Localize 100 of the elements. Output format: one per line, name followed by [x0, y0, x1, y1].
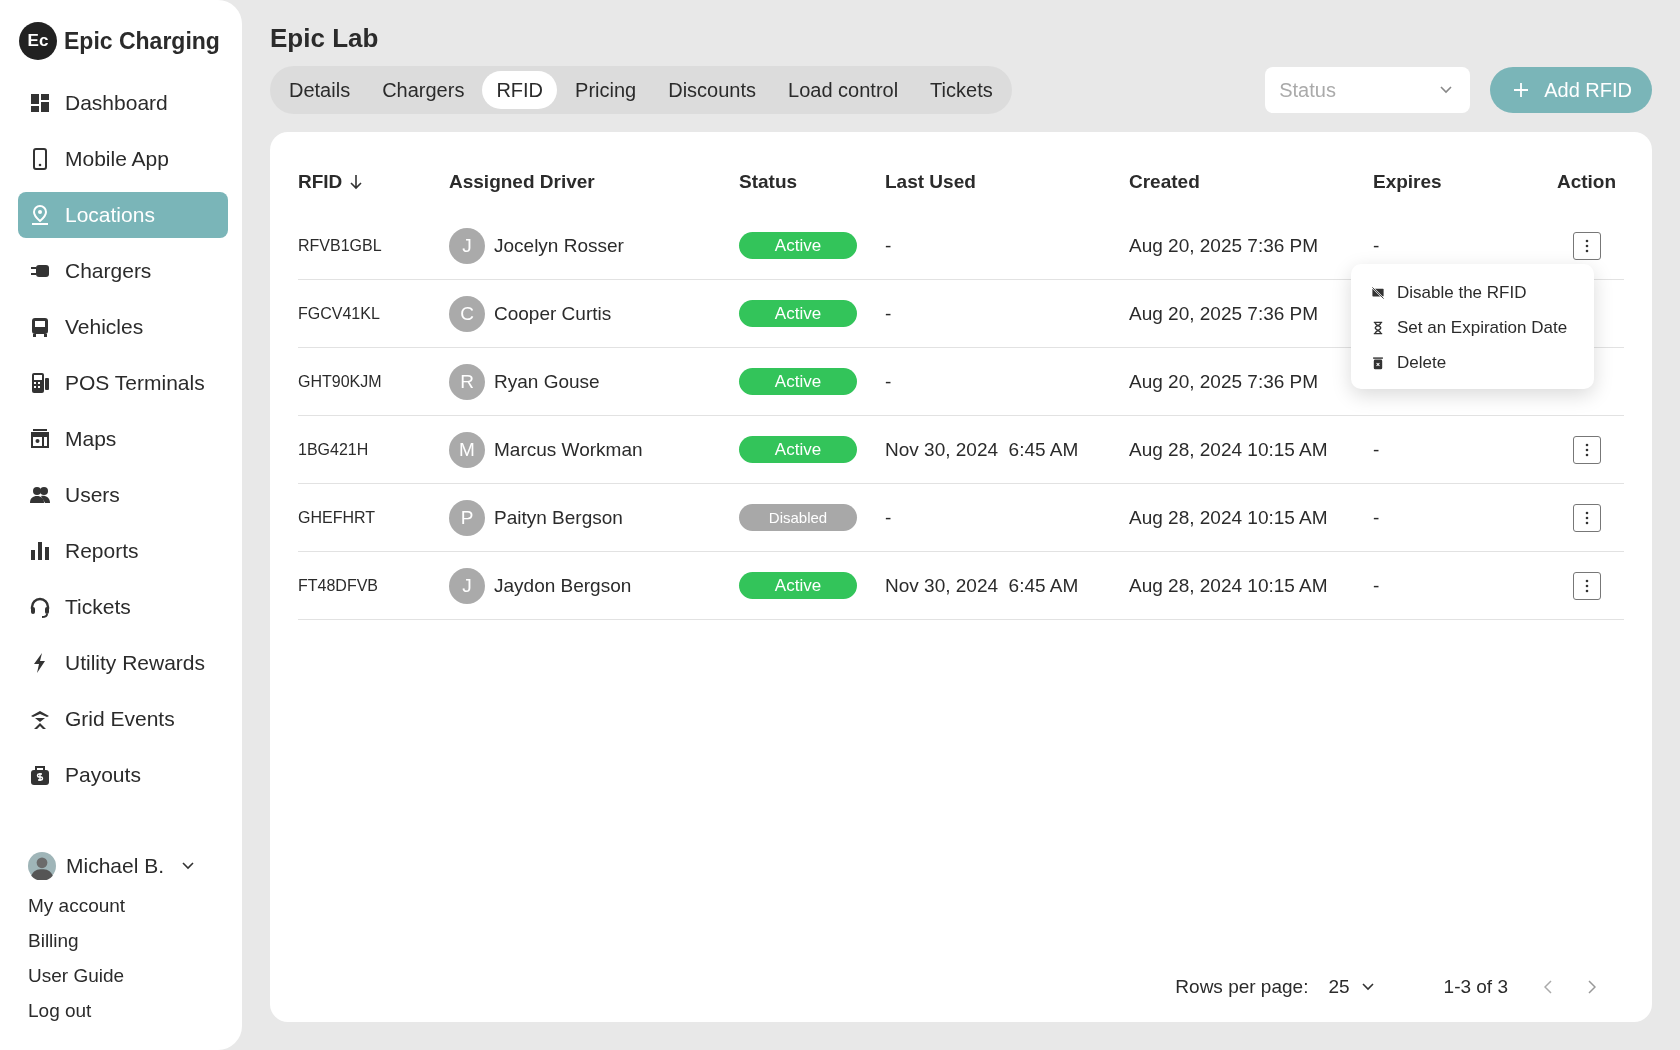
brand-name: Epic Charging	[64, 27, 220, 55]
driver-avatar: M	[449, 431, 485, 468]
chevron-down-icon	[182, 862, 195, 870]
user-menu[interactable]: Michael B.	[28, 852, 228, 880]
logo: Ec	[19, 22, 57, 60]
column-header[interactable]: RFID	[298, 171, 343, 193]
chevron-down-icon	[1361, 983, 1374, 991]
rows-per-page-select[interactable]: 25	[1328, 976, 1374, 998]
driver-avatar: J	[449, 567, 485, 604]
driver-avatar: P	[449, 499, 485, 536]
more-icon	[1584, 578, 1589, 593]
status-badge: Active	[739, 436, 857, 463]
created-date: Aug 20, 2025 7:36 PM	[1129, 234, 1319, 257]
more-button[interactable]	[1572, 435, 1601, 464]
created-date: Aug 20, 2025 7:36 PM	[1129, 370, 1319, 393]
expires-date: -	[1373, 506, 1380, 529]
account-link[interactable]: My account	[28, 893, 126, 919]
status-select[interactable]: Status	[1265, 67, 1471, 113]
tab[interactable]: Discounts	[654, 71, 771, 109]
driver-avatar: R	[449, 363, 485, 400]
plus-icon	[1514, 83, 1529, 97]
tab[interactable]: Load control	[774, 71, 913, 109]
bar-chart-icon	[29, 540, 51, 562]
rfid-code: FT48DFVB	[298, 576, 378, 595]
previous-page-icon[interactable]	[1544, 980, 1552, 994]
driver-avatar: J	[449, 227, 485, 264]
hourglass-icon	[1371, 320, 1385, 335]
more-button[interactable]	[1572, 503, 1601, 532]
bus-icon	[29, 316, 51, 338]
more-icon	[1584, 238, 1589, 253]
terminal-icon	[29, 372, 51, 394]
sidebar-item[interactable]: POS Terminals	[18, 360, 228, 406]
driver-avatar: C	[449, 295, 485, 332]
expires-date: -	[1373, 438, 1380, 461]
rows-per-page-label: Rows per page:	[1175, 976, 1309, 998]
page-title: Epic Lab	[270, 22, 380, 55]
status-badge: Active	[739, 300, 857, 327]
trash-icon	[1371, 355, 1385, 370]
status-badge: Active	[739, 232, 857, 259]
rfid-code: GHEFHRT	[298, 508, 376, 527]
users-icon	[29, 484, 51, 506]
tab[interactable]: RFID	[482, 71, 558, 109]
sidebar-item[interactable]: Vehicles	[18, 304, 228, 350]
sidebar-item[interactable]: Chargers	[18, 248, 228, 294]
sidebar-item[interactable]: Reports	[18, 528, 228, 574]
sidebar-item[interactable]: Payouts	[18, 752, 228, 798]
last-used: Nov 30, 2024 6:45 AM	[885, 438, 1079, 461]
more-button[interactable]	[1572, 231, 1601, 260]
account-link[interactable]: Log out	[28, 998, 92, 1024]
more-button[interactable]	[1572, 571, 1601, 600]
account-link[interactable]: User Guide	[28, 963, 125, 989]
created-date: Aug 28, 2024 10:15 AM	[1129, 574, 1328, 597]
created-date: Aug 28, 2024 10:15 AM	[1129, 438, 1328, 461]
account-link[interactable]: Billing	[28, 928, 79, 954]
menu-item[interactable]: Delete	[1371, 346, 1594, 379]
sidebar-item[interactable]: Dashboard	[18, 80, 228, 126]
status-badge: Active	[739, 368, 857, 395]
column-header: Action	[1556, 171, 1617, 193]
sidebar-item[interactable]: Utility Rewards	[18, 640, 228, 686]
arrow-down-icon[interactable]	[350, 174, 363, 190]
sidebar-item[interactable]: Users	[18, 472, 228, 518]
driver-name: Jocelyn Rosser	[494, 234, 624, 257]
menu-item[interactable]: Set an Expiration Date	[1371, 311, 1594, 344]
money-bag-icon	[29, 764, 51, 786]
created-date: Aug 28, 2024 10:15 AM	[1129, 506, 1328, 529]
tab[interactable]: Details	[275, 71, 365, 109]
last-used: -	[885, 506, 892, 529]
tab[interactable]: Chargers	[368, 71, 479, 109]
created-date: Aug 20, 2025 7:36 PM	[1129, 302, 1319, 325]
status-badge: Active	[739, 572, 857, 599]
dashboard-icon	[29, 92, 51, 114]
more-icon	[1584, 510, 1589, 525]
tab[interactable]: Tickets	[916, 71, 1007, 109]
expires-date: -	[1373, 234, 1380, 257]
column-header: Created	[1129, 171, 1200, 193]
next-page-icon[interactable]	[1588, 980, 1596, 994]
tab[interactable]: Pricing	[561, 71, 651, 109]
sidebar-item[interactable]: Maps	[18, 416, 228, 462]
last-used: Nov 30, 2024 6:45 AM	[885, 574, 1079, 597]
driver-name: Marcus Workman	[494, 438, 643, 461]
sidebar-item[interactable]: Mobile App	[18, 136, 228, 182]
rfid-code: 1BG421H	[298, 440, 369, 459]
menu-item[interactable]: Disable the RFID	[1371, 276, 1594, 309]
headset-icon	[29, 596, 51, 618]
column-header: Last Used	[885, 171, 976, 193]
map-icon	[29, 428, 51, 450]
last-used: -	[885, 370, 892, 393]
driver-name: Ryan Gouse	[494, 370, 600, 393]
rfid-code: RFVB1GBL	[298, 236, 382, 255]
driver-name: Jaydon Bergson	[494, 574, 632, 597]
rfid-code: GHT90KJM	[298, 372, 382, 391]
last-used: -	[885, 302, 892, 325]
rfid-code: FGCV41KL	[298, 304, 380, 323]
last-used: -	[885, 234, 892, 257]
sidebar-item[interactable]: Tickets	[18, 584, 228, 630]
status-badge: Disabled	[739, 504, 857, 531]
card-off-icon	[1371, 285, 1385, 300]
location-pin-icon	[29, 204, 51, 226]
column-header: Expires	[1373, 171, 1442, 193]
sidebar-item[interactable]: Grid Events	[18, 696, 228, 742]
